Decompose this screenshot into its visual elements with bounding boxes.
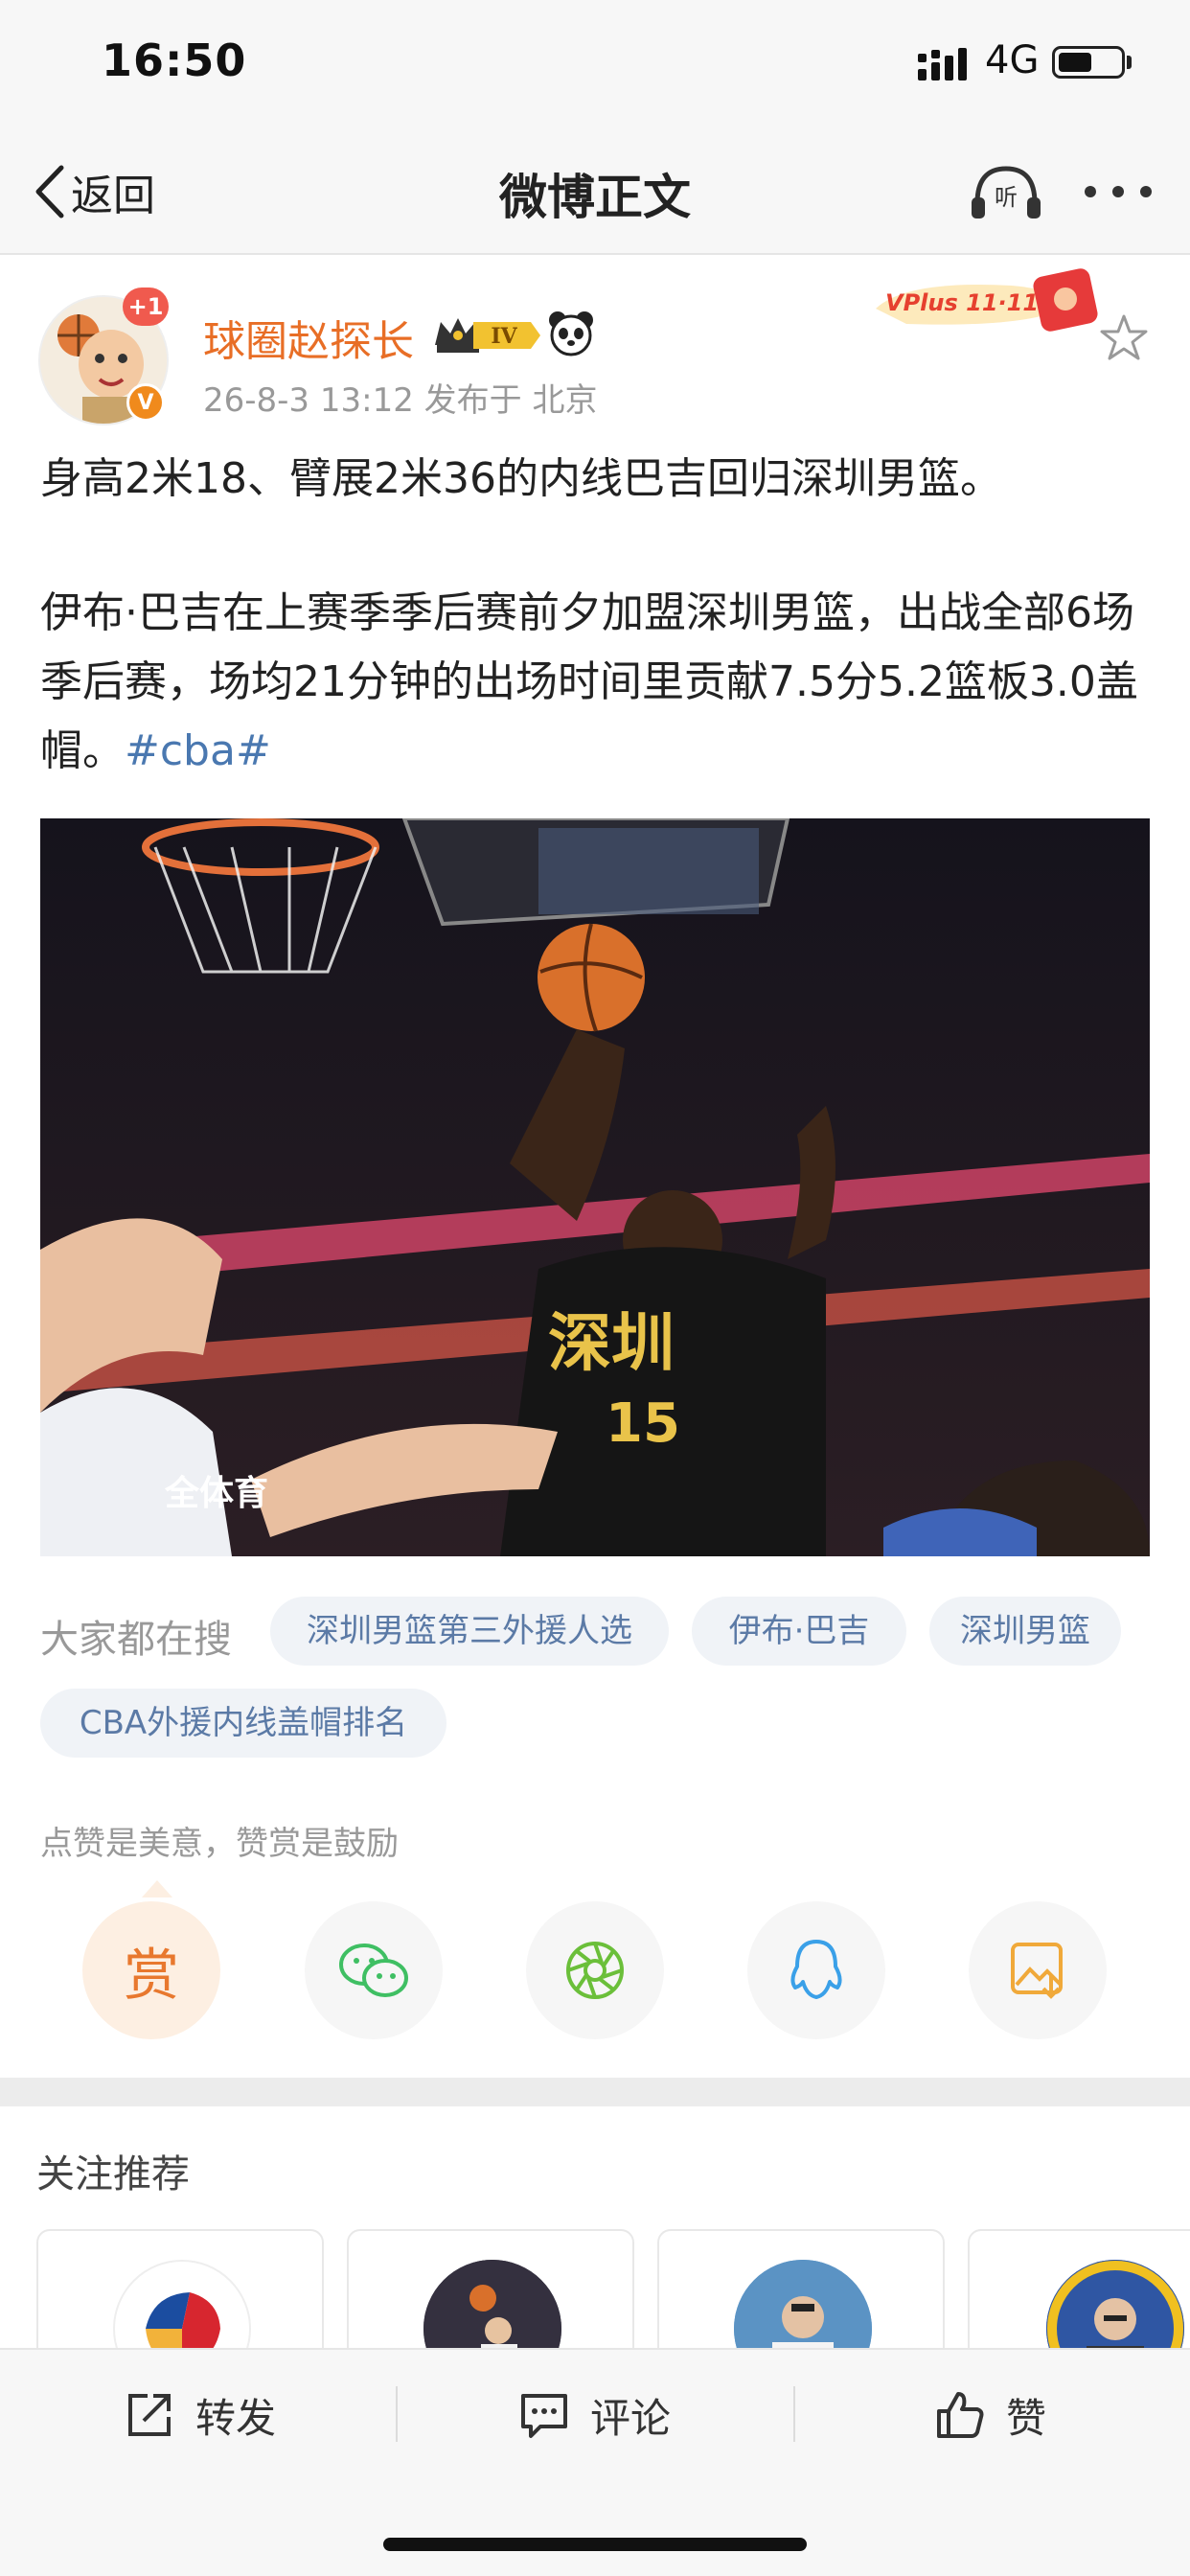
like-button[interactable]: 赞: [935, 2386, 1046, 2444]
image-watermark: 全体育: [164, 1473, 268, 1513]
repost-icon: [128, 2394, 171, 2436]
battery-tip: [1127, 56, 1132, 69]
home-indicator: [383, 2538, 807, 2551]
comment-button[interactable]: 评论: [519, 2386, 671, 2444]
moments-icon: [566, 1942, 624, 1999]
post-paragraph-2: 伊布·巴吉在上赛季季后赛前夕加盟深圳男篮，出战全部6场季后赛，场均21分钟的出场…: [40, 579, 1152, 786]
save-image-button[interactable]: [969, 1901, 1107, 2039]
star-icon[interactable]: [1098, 312, 1150, 362]
listen-icon[interactable]: 听: [968, 161, 1044, 222]
basketball-photo: 深圳 15 全体育: [40, 818, 1150, 1556]
status-time: 16:50: [102, 34, 247, 86]
more-icon[interactable]: [1081, 182, 1156, 201]
reward-label: 赏: [123, 1943, 179, 2008]
repost-label: 转发: [195, 2394, 277, 2442]
post-meta: 26-8-3 13:12 发布于 北京: [203, 381, 598, 420]
share-wechat-button[interactable]: [305, 1901, 443, 2039]
verified-badge: V: [126, 383, 165, 422]
toolbar-divider: [396, 2386, 398, 2442]
panda-icon: [549, 311, 593, 356]
battery-icon: [1052, 46, 1125, 79]
search-tag[interactable]: 深圳男篮: [929, 1597, 1121, 1666]
post-paragraph-1: 身高2米18、臂展2米36的内线巴吉回归深圳男篮。: [40, 454, 1002, 503]
search-tag[interactable]: 伊布·巴吉: [692, 1597, 906, 1666]
reward-pointer: [142, 1880, 172, 1898]
level-crown-icon: IV: [435, 318, 540, 353]
plus-one-badge: +1: [123, 288, 169, 326]
follow-recommend-title: 关注推荐: [36, 2152, 190, 2196]
comment-icon: [521, 2394, 567, 2438]
signal-icon: [918, 48, 967, 80]
save-image-icon: [1011, 1943, 1063, 1999]
post-image[interactable]: 深圳 15 全体育: [40, 818, 1150, 1556]
thumbs-up-icon: [937, 2392, 984, 2438]
hashtag-link[interactable]: #cba#: [125, 726, 271, 775]
vplus-promo-icon[interactable]: VPlus 11·11: [868, 261, 1111, 343]
toolbar-divider: [793, 2386, 795, 2442]
like-label: 赞: [1006, 2394, 1047, 2442]
search-label: 大家都在搜: [40, 1618, 232, 1662]
author-name[interactable]: 球圈赵探长: [203, 307, 414, 368]
wechat-icon: [339, 1944, 408, 1997]
network-type: 4G: [985, 38, 1040, 82]
repost-button[interactable]: 转发: [125, 2386, 276, 2444]
qq-icon: [790, 1940, 842, 1999]
share-moments-button[interactable]: [526, 1901, 664, 2039]
jersey-text: 深圳: [548, 1306, 675, 1380]
jersey-number: 15: [606, 1392, 680, 1455]
level-text: IV: [491, 324, 517, 349]
reward-button[interactable]: 赏: [82, 1901, 220, 2039]
share-qq-button[interactable]: [747, 1901, 885, 2039]
search-tag[interactable]: CBA外援内线盖帽排名: [40, 1689, 446, 1758]
reward-hint: 点赞是美意，赞赏是鼓励: [40, 1825, 399, 1863]
svg-text:听: 听: [995, 184, 1018, 211]
vplus-text: VPlus 11·11: [885, 289, 1039, 316]
section-divider: [0, 2078, 1190, 2106]
search-tag[interactable]: 深圳男篮第三外援人选: [270, 1597, 669, 1666]
comment-label: 评论: [590, 2394, 672, 2442]
